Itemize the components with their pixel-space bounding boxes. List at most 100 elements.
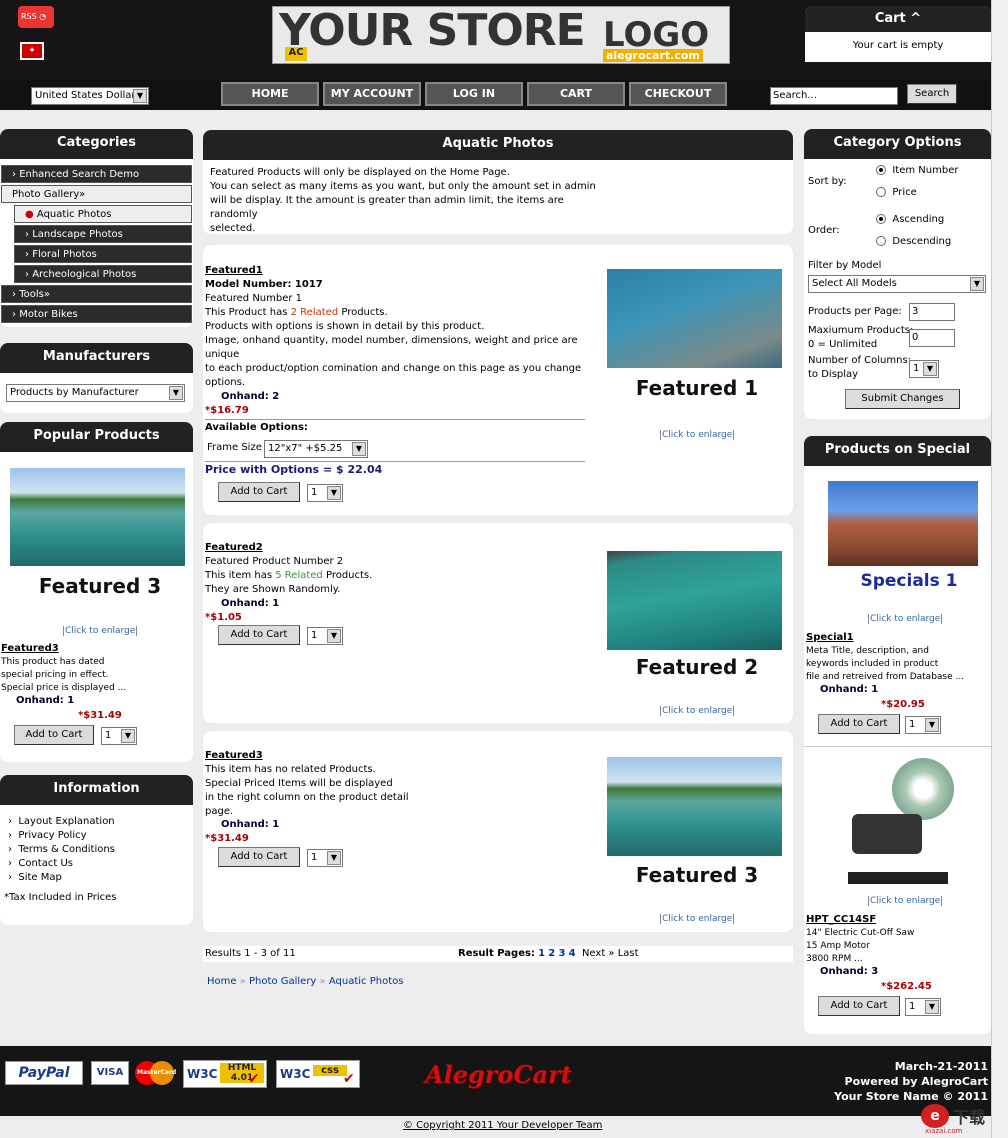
alegrocart-footer-logo[interactable]: AlegroCart bbox=[425, 1060, 572, 1089]
qty-value: 1 bbox=[311, 852, 318, 863]
product-3-qty-select[interactable]: 1 ▼ bbox=[307, 849, 343, 867]
popular-product-name[interactable]: Featured3 bbox=[1, 642, 126, 656]
nav-my-account[interactable]: MY ACCOUNT bbox=[323, 82, 421, 106]
specials-enlarge-link[interactable]: Click to enlarge bbox=[868, 614, 943, 624]
category-floral-photos[interactable]: › Floral Photos bbox=[14, 245, 192, 263]
divider bbox=[205, 419, 585, 420]
product-3-name[interactable]: Featured3 bbox=[205, 749, 589, 763]
product-2-image[interactable] bbox=[607, 551, 782, 650]
special-1-name[interactable]: Special1 bbox=[806, 631, 964, 645]
product-3-line: page. bbox=[205, 806, 234, 817]
related-link[interactable]: 5 Related bbox=[275, 570, 323, 581]
category-archeological-photos[interactable]: › Archeological Photos bbox=[14, 265, 192, 283]
language-flag-icon[interactable]: ✦ bbox=[20, 42, 44, 60]
popular-add-to-cart-button[interactable]: Add to Cart bbox=[14, 725, 94, 745]
category-motor-bikes[interactable]: › Motor Bikes bbox=[1, 305, 192, 323]
w3c-css-badge[interactable]: W3C css ✔ bbox=[276, 1060, 360, 1088]
search-input[interactable]: Search... bbox=[770, 87, 898, 105]
info-link-terms[interactable]: › Terms & Conditions bbox=[8, 843, 115, 857]
popular-qty-select[interactable]: 1 ▼ bbox=[101, 727, 137, 745]
saw-product-image[interactable] bbox=[848, 754, 958, 894]
columns-select[interactable]: 1 ▼ bbox=[909, 360, 939, 378]
order-ascending-option[interactable]: Ascending bbox=[876, 213, 944, 227]
manufacturers-title: Manufacturers bbox=[0, 343, 193, 373]
nav-log-in[interactable]: LOG IN bbox=[425, 82, 523, 106]
breadcrumb-photo-gallery[interactable]: Photo Gallery bbox=[249, 976, 316, 987]
specials-product-image[interactable] bbox=[828, 481, 978, 566]
submit-changes-button[interactable]: Submit Changes bbox=[845, 389, 960, 409]
product-3-add-to-cart-button[interactable]: Add to Cart bbox=[218, 847, 300, 867]
divider bbox=[205, 461, 585, 462]
special-2-qty-select[interactable]: 1 ▼ bbox=[905, 998, 941, 1016]
product-3-enlarge-link[interactable]: Click to enlarge bbox=[660, 914, 735, 924]
category-landscape-photos[interactable]: › Landscape Photos bbox=[14, 225, 192, 243]
popular-product-image[interactable] bbox=[10, 468, 185, 566]
manufacturer-select[interactable]: Products by Manufacturer ▼ bbox=[6, 384, 185, 402]
product-2-qty-select[interactable]: 1 ▼ bbox=[307, 627, 343, 645]
special-2-add-to-cart-button[interactable]: Add to Cart bbox=[818, 996, 900, 1016]
category-enhanced-search[interactable]: › Enhanced Search Demo bbox=[1, 165, 192, 183]
nav-home[interactable]: HOME bbox=[221, 82, 319, 106]
filter-model-value: Select All Models bbox=[812, 278, 897, 289]
qty-value: 1 bbox=[311, 630, 318, 641]
product-3-image[interactable] bbox=[607, 757, 782, 856]
special-2-name[interactable]: HPT_CC14SF bbox=[806, 913, 914, 927]
max-products-input[interactable]: 0 bbox=[909, 329, 955, 347]
product-1-enlarge-link[interactable]: Click to enlarge bbox=[660, 430, 735, 440]
product-2-enlarge-link[interactable]: Click to enlarge bbox=[660, 706, 735, 716]
info-link-contact[interactable]: › Contact Us bbox=[8, 857, 115, 871]
search-button[interactable]: Search bbox=[907, 84, 957, 104]
category-photo-gallery[interactable]: Photo Gallery» bbox=[1, 185, 192, 203]
footer-powered[interactable]: Powered by AlegroCart bbox=[760, 1074, 988, 1089]
related-link[interactable]: 2 Related bbox=[291, 307, 339, 318]
popular-title: Popular Products bbox=[0, 422, 193, 452]
page-4-link[interactable]: 4 bbox=[569, 948, 576, 959]
product-2-add-to-cart-button[interactable]: Add to Cart bbox=[218, 625, 300, 645]
product-1-image-label: Featured 1 bbox=[635, 376, 759, 400]
watermark-logo: e 下载 xiazai.com bbox=[915, 1102, 993, 1136]
watermark-icon: e bbox=[921, 1104, 949, 1128]
special-1-add-to-cart-button[interactable]: Add to Cart bbox=[818, 714, 900, 734]
w3c-html-badge[interactable]: W3C HTML 4.01 ✔ bbox=[183, 1060, 267, 1088]
order-descending-option[interactable]: Descending bbox=[876, 235, 951, 249]
category-label: Floral Photos bbox=[32, 249, 97, 260]
info-link-layout[interactable]: › Layout Explanation bbox=[8, 815, 115, 829]
special-1-qty-select[interactable]: 1 ▼ bbox=[905, 716, 941, 734]
product-3-line: Special Priced Items will be displayed bbox=[205, 778, 393, 789]
product-1-qty-select[interactable]: 1 ▼ bbox=[307, 484, 343, 502]
product-2-name[interactable]: Featured2 bbox=[205, 541, 589, 555]
products-per-page-input[interactable]: 3 bbox=[909, 303, 955, 321]
product-2-image-label: Featured 2 bbox=[635, 655, 759, 679]
nav-cart[interactable]: CART bbox=[527, 82, 625, 106]
breadcrumb-home[interactable]: Home bbox=[207, 976, 237, 987]
info-link-sitemap[interactable]: › Site Map bbox=[8, 871, 115, 885]
products-per-page-label: Products per Page: bbox=[808, 306, 902, 317]
rss-icon[interactable]: RSS ◔ bbox=[18, 6, 54, 28]
page-3-link[interactable]: 3 bbox=[558, 948, 565, 959]
page-scrollbar[interactable] bbox=[991, 0, 1008, 1138]
page-1-link[interactable]: 1 bbox=[538, 948, 545, 959]
filter-model-select[interactable]: Select All Models ▼ bbox=[808, 275, 986, 293]
nav-checkout[interactable]: CHECKOUT bbox=[629, 82, 727, 106]
store-logo[interactable]: YOUR STORE LOGO AC alegrocart.com bbox=[272, 5, 730, 64]
frame-size-select[interactable]: 12"x7" +$5.25 ▼ bbox=[264, 440, 368, 458]
currency-select[interactable]: United States Dollar ▼ bbox=[31, 87, 149, 105]
product-1-onhand: Onhand: 2 bbox=[221, 391, 280, 402]
popular-enlarge-link[interactable]: Click to enlarge bbox=[63, 626, 138, 636]
category-aquatic-photos[interactable]: ● Aquatic Photos bbox=[14, 205, 192, 223]
page-2-link[interactable]: 2 bbox=[548, 948, 555, 959]
cart-title[interactable]: Cart ^ bbox=[805, 6, 991, 32]
product-1-add-to-cart-button[interactable]: Add to Cart bbox=[218, 482, 300, 502]
product-1-image[interactable] bbox=[607, 269, 782, 368]
breadcrumb-aquatic-photos[interactable]: Aquatic Photos bbox=[329, 976, 404, 987]
product-2-line: Featured Product Number 2 bbox=[205, 556, 344, 567]
info-link-privacy[interactable]: › Privacy Policy bbox=[8, 829, 115, 843]
next-page-link[interactable]: Next » bbox=[582, 948, 615, 959]
sort-price-option[interactable]: Price bbox=[876, 186, 917, 200]
category-tools[interactable]: › Tools» bbox=[1, 285, 192, 303]
saw-enlarge-link[interactable]: Click to enlarge bbox=[868, 896, 943, 906]
last-page-link[interactable]: Last bbox=[618, 948, 639, 959]
sort-item-number-option[interactable]: Item Number bbox=[876, 164, 958, 178]
product-1-name[interactable]: Featured1 bbox=[205, 264, 589, 278]
copyright-link[interactable]: © Copyright 2011 Your Developer Team bbox=[403, 1120, 602, 1131]
